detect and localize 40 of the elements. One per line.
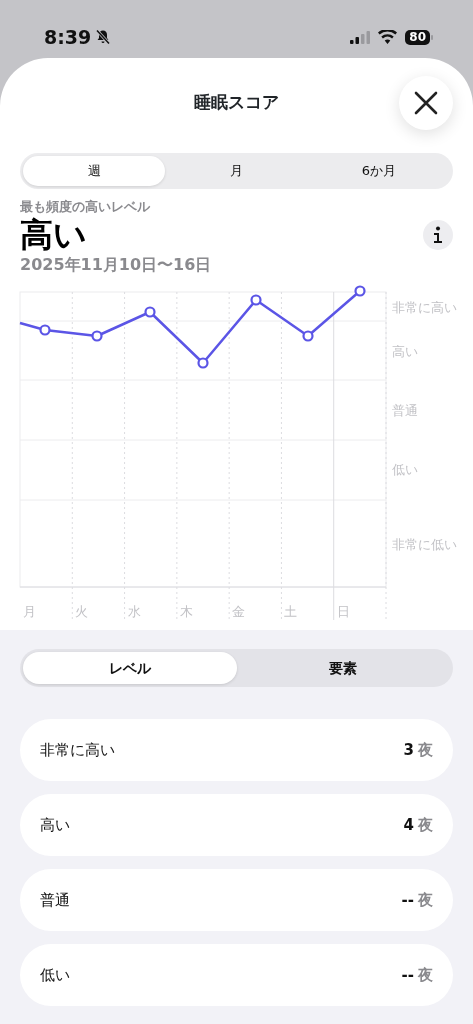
night-unit: 夜 <box>418 814 433 836</box>
level-label: 非常に高い <box>40 739 116 761</box>
night-count: -- <box>401 889 414 911</box>
axis-label: 火 <box>75 604 89 620</box>
level-label: 高い <box>40 814 71 836</box>
segment-tab[interactable]: 月 <box>165 156 308 186</box>
summary-caption: 最も頻度の高いレベル <box>20 198 151 216</box>
segment-tab[interactable]: レベル <box>23 652 237 685</box>
date-range: 2025年11月10日〜16日 <box>20 254 213 277</box>
axis-label: 普通 <box>392 403 418 419</box>
night-unit: 夜 <box>418 739 433 761</box>
segment-tab[interactable]: 6か月 <box>307 156 450 186</box>
axis-label: 月 <box>23 604 36 620</box>
axis-label: 水 <box>127 604 141 620</box>
close-icon <box>414 91 438 115</box>
signal-icon <box>350 30 371 44</box>
battery-icon: 80 <box>405 29 433 45</box>
info-icon <box>432 225 444 244</box>
level-row[interactable]: 低い -- 夜 <box>20 944 453 1007</box>
level-label: 普通 <box>40 889 71 911</box>
segment-tab[interactable]: 要素 <box>236 652 450 685</box>
summary-value: 高い <box>20 216 87 254</box>
level-row[interactable]: 高い 4 夜 <box>20 794 453 857</box>
level-row[interactable]: 非常に高い 3 夜 <box>20 719 453 782</box>
info-button[interactable] <box>423 219 453 250</box>
segment-tab[interactable]: 週 <box>23 156 166 186</box>
axis-label: 日 <box>336 604 350 620</box>
sheet-title: 睡眠スコア <box>194 90 279 114</box>
status-time: 8:39 <box>44 24 92 50</box>
night-unit: 夜 <box>418 964 433 986</box>
night-count: 3 <box>403 739 414 761</box>
level-row[interactable]: 普通 -- 夜 <box>20 869 453 932</box>
silent-bell-icon <box>95 29 112 45</box>
level-label: 低い <box>40 964 71 986</box>
night-count: 4 <box>403 814 414 836</box>
night-unit: 夜 <box>418 889 433 911</box>
axis-label: 金 <box>232 604 246 620</box>
night-count: -- <box>401 964 414 986</box>
wifi-icon <box>378 30 398 44</box>
axis-label: 木 <box>179 604 193 620</box>
